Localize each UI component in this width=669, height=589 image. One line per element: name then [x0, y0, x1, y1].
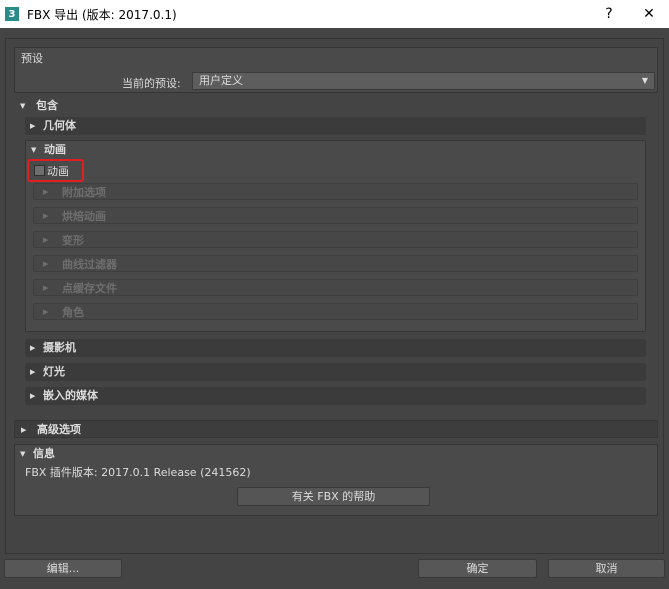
rollout-embed-media[interactable]: ▶ 嵌入的媒体: [25, 387, 646, 405]
collapsed-triangle-icon: ▶: [30, 344, 36, 352]
anim-item-label: 曲线过滤器: [62, 258, 117, 271]
rollout-geometry-label: 几何体: [43, 119, 76, 132]
collapsed-triangle-icon: ▶: [30, 368, 36, 376]
anim-item-label: 烘焙动画: [62, 210, 106, 223]
expanded-triangle-icon: ▼: [20, 102, 26, 110]
rollout-lights[interactable]: ▶ 灯光: [25, 363, 646, 381]
3dsmax-app-icon: 3: [5, 7, 19, 21]
dialog-body: 预设 当前的预设: 用户定义 ▼ ▼ 包含 ▶ 几何体 ▼ 动画 动画 ▶ 附加…: [0, 28, 669, 589]
rollout-info-label: 信息: [33, 447, 55, 460]
anim-item-label: 变形: [62, 234, 84, 247]
edit-button[interactable]: 编辑...: [4, 559, 122, 578]
dropdown-arrow-icon: ▼: [641, 76, 648, 85]
cancel-button[interactable]: 取消: [548, 559, 665, 578]
animation-checkbox[interactable]: [34, 165, 45, 176]
preset-group: 预设 当前的预设: 用户定义 ▼: [14, 47, 658, 93]
preset-dropdown[interactable]: 用户定义 ▼: [192, 72, 655, 90]
collapsed-triangle-icon: ▶: [30, 392, 36, 400]
rollout-embed-media-label: 嵌入的媒体: [43, 389, 98, 402]
window-title: FBX 导出 (版本: 2017.0.1): [27, 7, 177, 22]
expanded-triangle-icon: ▼: [20, 450, 26, 458]
collapsed-triangle-icon: ▶: [43, 188, 49, 196]
help-icon[interactable]: ?: [589, 0, 629, 28]
preset-value: 用户定义: [199, 74, 243, 87]
anim-item-point-cache: ▶ 点缓存文件: [33, 279, 638, 296]
rollout-info[interactable]: ▼ 信息: [15, 445, 657, 463]
anim-item-extra-options: ▶ 附加选项: [33, 183, 638, 200]
collapsed-triangle-icon: ▶: [43, 212, 49, 220]
current-preset-label: 当前的预设:: [122, 77, 181, 90]
animation-checkbox-label[interactable]: 动画: [47, 163, 69, 179]
rollout-include-label: 包含: [36, 99, 58, 112]
title-bar: 3 FBX 导出 (版本: 2017.0.1) ? ✕: [0, 0, 669, 28]
rollout-camera[interactable]: ▶ 摄影机: [25, 339, 646, 357]
rollout-advanced-label: 高级选项: [37, 423, 81, 436]
collapsed-triangle-icon: ▶: [21, 426, 27, 434]
expanded-triangle-icon: ▼: [31, 146, 37, 154]
anim-item-label: 角色: [62, 306, 84, 319]
anim-item-characters: ▶ 角色: [33, 303, 638, 320]
collapsed-triangle-icon: ▶: [43, 260, 49, 268]
rollout-camera-label: 摄影机: [43, 341, 76, 354]
rollout-include[interactable]: ▼ 包含: [14, 97, 658, 115]
rollout-geometry[interactable]: ▶ 几何体: [25, 117, 646, 135]
collapsed-triangle-icon: ▶: [43, 236, 49, 244]
anim-item-deformations: ▶ 变形: [33, 231, 638, 248]
anim-item-curve-filters: ▶ 曲线过滤器: [33, 255, 638, 272]
preset-group-label: 预设: [21, 52, 43, 65]
ok-button[interactable]: 确定: [418, 559, 537, 578]
rollout-animation[interactable]: ▼ 动画: [26, 141, 645, 159]
plugin-version-text: FBX 插件版本: 2017.0.1 Release (241562): [25, 466, 251, 479]
anim-item-label: 附加选项: [62, 186, 106, 199]
fbx-help-button[interactable]: 有关 FBX 的帮助: [237, 487, 430, 506]
settings-panel: 预设 当前的预设: 用户定义 ▼ ▼ 包含 ▶ 几何体 ▼ 动画 动画 ▶ 附加…: [5, 38, 664, 554]
anim-item-label: 点缓存文件: [62, 282, 117, 295]
rollout-lights-label: 灯光: [43, 365, 65, 378]
rollout-animation-label: 动画: [44, 143, 66, 156]
collapsed-triangle-icon: ▶: [43, 284, 49, 292]
collapsed-triangle-icon: ▶: [43, 308, 49, 316]
collapsed-triangle-icon: ▶: [30, 122, 36, 130]
close-icon[interactable]: ✕: [629, 0, 669, 28]
rollout-advanced[interactable]: ▶ 高级选项: [14, 420, 658, 438]
anim-item-bake-animation: ▶ 烘焙动画: [33, 207, 638, 224]
